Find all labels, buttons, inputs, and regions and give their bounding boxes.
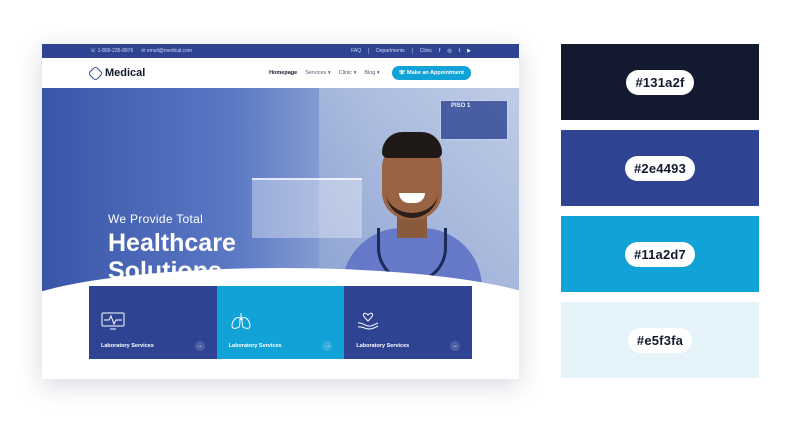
color-swatch-dark: #131a2f (561, 44, 759, 120)
logo[interactable]: Medical (87, 65, 146, 81)
swatch-hex-label: #e5f3fa (627, 327, 693, 353)
mail-icon: ✉ (141, 48, 146, 54)
doctor-hair (382, 132, 442, 158)
topbar-link-faq[interactable]: FAQ (351, 48, 361, 54)
nav-menu: Homepage Services ▾ Clinic ▾ Blog ▾ ☏ Ma… (269, 66, 471, 80)
twitter-icon[interactable]: t (459, 48, 460, 54)
main-nav: Medical Homepage Services ▾ Clinic ▾ Blo… (42, 58, 519, 88)
hero-title: Healthcare Solutions (108, 229, 236, 285)
hand-heart-icon (358, 312, 379, 330)
nav-item-blog[interactable]: Blog ▾ (364, 70, 379, 76)
topbar-link-clinic[interactable]: Clinic (420, 48, 432, 54)
logo-text: Medical (105, 67, 146, 79)
nav-item-clinic[interactable]: Clinic ▾ (339, 70, 357, 76)
logo-icon (87, 65, 104, 81)
arrow-right-icon[interactable]: → (194, 341, 205, 351)
canvas: ☏ 1-800-235-8976 ✉ email@medical.com FAQ… (0, 0, 800, 425)
website-mockup: ☏ 1-800-235-8976 ✉ email@medical.com FAQ… (42, 44, 519, 379)
phone-text[interactable]: ☏ 1-800-235-8976 (90, 48, 133, 54)
hero-title-line1: Healthcare (108, 229, 236, 257)
top-bar: ☏ 1-800-235-8976 ✉ email@medical.com FAQ… (42, 44, 519, 58)
topbar-link-departments[interactable]: Departments (376, 48, 405, 54)
youtube-icon[interactable]: ▶ (467, 48, 471, 54)
phone-icon: ☏ (90, 48, 97, 54)
lungs-icon (231, 313, 251, 329)
hero-subtitle: We Provide Total (108, 212, 204, 226)
swatch-hex-label: #11a2d7 (624, 241, 695, 267)
arrow-right-icon[interactable]: → (450, 341, 461, 351)
email-text[interactable]: ✉ email@medical.com (141, 48, 192, 54)
service-card[interactable]: Laboratory Services → (216, 286, 345, 359)
service-card-label: Laboratory Services (101, 343, 154, 349)
arrow-right-icon[interactable]: → (322, 341, 333, 351)
service-card[interactable]: Laboratory Services → (344, 286, 473, 359)
appointment-button[interactable]: ☏ Make an Appointment (391, 66, 471, 80)
hero-text: We Provide Total Healthcare Solutions (108, 212, 236, 285)
nav-item-services[interactable]: Services ▾ (305, 70, 330, 76)
facebook-icon[interactable]: f (439, 48, 440, 54)
service-card-label: Laboratory Services (356, 343, 410, 349)
nav-item-homepage[interactable]: Homepage (269, 70, 297, 76)
service-card-label: Laboratory Services (228, 343, 282, 349)
service-cards: Laboratory Services → Laboratory Service… (89, 286, 473, 359)
service-card[interactable]: Laboratory Services → (89, 286, 217, 359)
color-swatch-cyan: #11a2d7 (561, 216, 759, 292)
swatch-hex-label: #2e4493 (624, 155, 695, 181)
color-swatch-light: #e5f3fa (561, 302, 759, 378)
phone-icon: ☏ (398, 70, 408, 76)
monitor-heartbeat-icon (101, 312, 125, 330)
divider (411, 48, 413, 54)
hero-section: PISO 1 We Provide Total Healthcare Solut… (42, 88, 519, 314)
swatch-hex-label: #131a2f (626, 69, 694, 95)
color-swatch-blue: #2e4493 (561, 130, 759, 206)
divider (368, 48, 370, 54)
instagram-icon[interactable]: ◎ (447, 48, 451, 54)
hero-title-line2: Solutions (108, 256, 222, 285)
